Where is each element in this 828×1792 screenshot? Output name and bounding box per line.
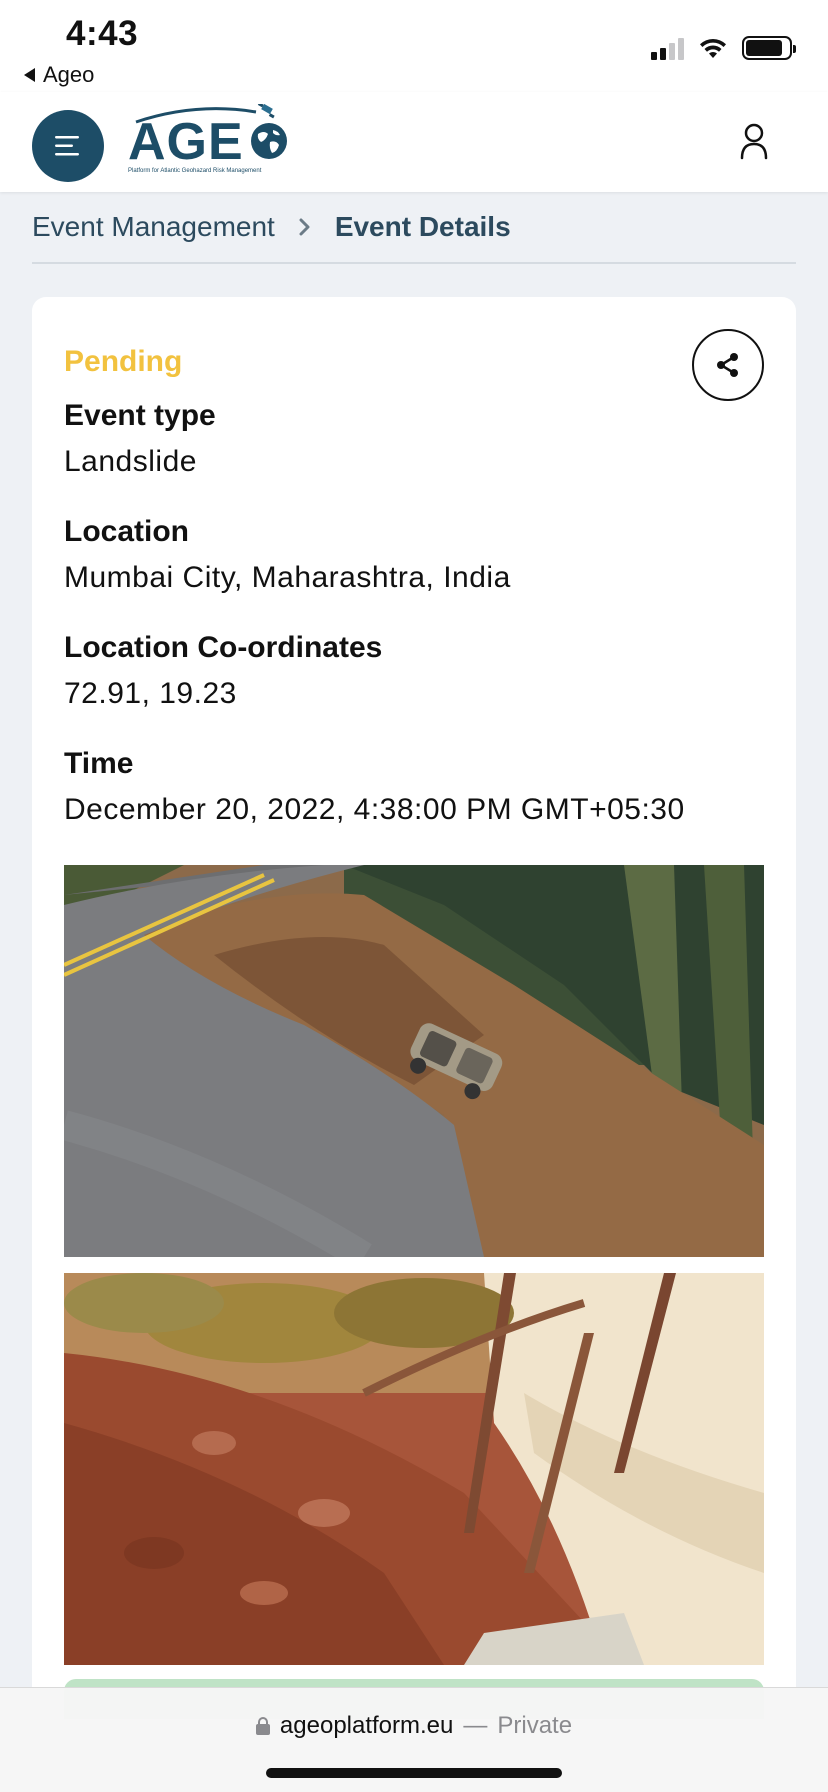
field-label: Event type: [64, 399, 216, 432]
battery-icon: [742, 36, 796, 60]
private-mode-label: Private: [497, 1712, 573, 1739]
ageo-logo[interactable]: AGE Platform for Atlantic Geohazard Risk…: [126, 104, 288, 180]
event-photo-hillside[interactable]: [64, 1273, 764, 1665]
hamburger-icon: [55, 136, 79, 156]
field-label: Location Co-ordinates: [64, 631, 383, 664]
status-badge: Pending: [64, 345, 183, 378]
breadcrumb-current: Event Details: [334, 211, 511, 242]
breadcrumb-event-management-link[interactable]: Event Management: [32, 211, 275, 243]
back-to-app-link[interactable]: Ageo: [24, 62, 94, 88]
share-icon: [717, 353, 738, 377]
field-value: Landslide: [64, 445, 197, 478]
url-display[interactable]: ageoplatform.eu — Private: [0, 1712, 828, 1740]
logo-subtitle: Platform for Atlantic Geohazard Risk Man…: [128, 168, 262, 174]
logo-text: AGE: [128, 113, 244, 171]
lock-icon: [255, 1717, 270, 1735]
share-button[interactable]: [692, 329, 764, 401]
url-text: ageoplatform.eu: [279, 1712, 454, 1739]
status-icons: [651, 36, 796, 60]
user-icon: [740, 123, 768, 160]
status-time: 4:43: [66, 14, 139, 53]
field-value: 72.91, 19.23: [64, 677, 237, 710]
wifi-icon: [700, 38, 726, 58]
event-photo-road-collapse[interactable]: [64, 865, 764, 1257]
breadcrumb: Event Management Event Details: [32, 192, 796, 264]
field-value: December 20, 2022, 4:38:00 PM GMT+05:30: [64, 793, 685, 826]
field-location: Location Mumbai City, Maharashtra, India: [64, 514, 511, 596]
event-details-card: Pending Event type Landslide Location Mu…: [32, 297, 796, 1792]
back-app-label: Ageo: [43, 62, 95, 87]
field-time: Time December 20, 2022, 4:38:00 PM GMT+0…: [64, 746, 685, 828]
home-indicator[interactable]: [266, 1768, 562, 1778]
field-value: Mumbai City, Maharashtra, India: [64, 561, 511, 594]
globe-icon: [251, 123, 287, 159]
user-account-button[interactable]: [738, 122, 770, 162]
browser-address-bar[interactable]: ageoplatform.eu — Private: [0, 1687, 828, 1792]
menu-button[interactable]: [32, 110, 104, 182]
field-coordinates: Location Co-ordinates 72.91, 19.23: [64, 630, 382, 712]
back-triangle-icon: [24, 68, 35, 82]
field-event-type: Event type Landslide: [64, 398, 216, 480]
status-bar: 4:43 Ageo: [0, 0, 828, 92]
chevron-right-icon: [299, 218, 310, 236]
field-label: Location: [64, 515, 189, 548]
app-header: AGE Platform for Atlantic Geohazard Risk…: [0, 92, 828, 192]
url-separator: —: [463, 1712, 488, 1739]
field-label: Time: [64, 747, 134, 780]
cellular-signal-icon: [651, 36, 684, 60]
